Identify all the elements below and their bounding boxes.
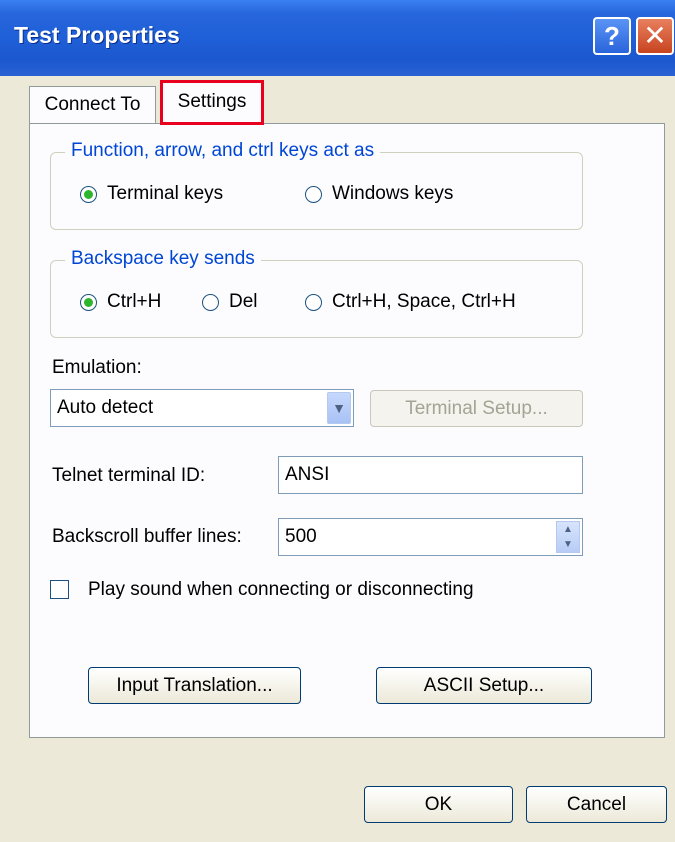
radio-windows-keys-label: Windows keys [332,183,454,204]
radio-del[interactable]: Del [202,291,258,313]
backspace-group: Backspace key sends Ctrl+H Del Ctrl+H, S… [50,248,583,338]
ok-button[interactable]: OK [364,786,513,823]
ascii-setup-button[interactable]: ASCII Setup... [376,667,592,704]
play-sound-label: Play sound when connecting or disconnect… [88,579,474,600]
radio-terminal-keys-label: Terminal keys [107,183,224,204]
radio-selected-indicator [80,293,97,311]
emulation-value: Auto detect [57,397,154,418]
close-button[interactable]: ✕ [636,17,674,55]
window-title: Test Properties [14,22,180,48]
radio-ctrl-h-space-ctrl-h[interactable]: Ctrl+H, Space, Ctrl+H [305,291,516,313]
radio-unselected-indicator [305,185,322,203]
chevron-down-icon[interactable]: ▼ [327,392,351,424]
radio-selected-indicator [80,185,97,203]
radio-ctrl-h-label: Ctrl+H [107,291,162,312]
function-keys-group-legend: Function, arrow, and ctrl keys act as [65,140,381,162]
radio-unselected-indicator [305,293,322,311]
spinner-up-icon[interactable]: ▲ [557,522,579,537]
radio-del-label: Del [229,291,258,312]
help-icon: ? [604,21,620,51]
terminal-setup-button[interactable]: Terminal Setup... [370,390,583,427]
title-bar: Test Properties ? ✕ [0,0,675,76]
radio-ctrl-h[interactable]: Ctrl+H [80,291,161,313]
backscroll-buffer-lines-stepper[interactable]: 500 ▲ ▼ [278,518,583,556]
function-keys-group: Function, arrow, and ctrl keys act as Te… [50,140,583,230]
radio-ctrl-h-space-ctrl-h-label: Ctrl+H, Space, Ctrl+H [332,291,516,312]
radio-windows-keys[interactable]: Windows keys [305,183,453,205]
backscroll-buffer-lines-label: Backscroll buffer lines: [52,526,242,547]
backscroll-buffer-lines-value: 500 [285,526,317,547]
play-sound-checkbox[interactable] [50,580,69,599]
spinner-control[interactable]: ▲ ▼ [556,521,580,553]
help-button[interactable]: ? [593,17,631,55]
emulation-dropdown[interactable]: Auto detect ▼ [50,389,354,427]
cancel-button[interactable]: Cancel [526,786,667,823]
tab-settings[interactable]: Settings [160,80,264,125]
radio-unselected-indicator [202,293,219,311]
telnet-terminal-id-label: Telnet terminal ID: [52,465,206,486]
radio-terminal-keys[interactable]: Terminal keys [80,183,223,205]
input-translation-button[interactable]: Input Translation... [88,667,301,704]
telnet-terminal-id-input[interactable]: ANSI [278,456,583,494]
spinner-down-icon[interactable]: ▼ [557,537,579,552]
close-icon: ✕ [643,20,667,51]
emulation-label: Emulation: [52,357,142,378]
backspace-group-legend: Backspace key sends [65,248,261,270]
tab-connect-to[interactable]: Connect To [29,86,156,124]
